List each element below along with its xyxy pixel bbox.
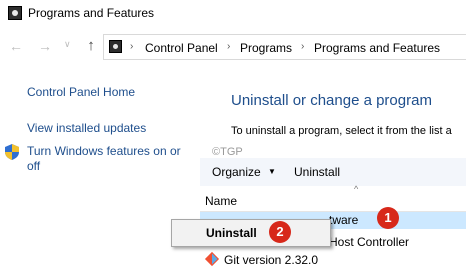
window-title: Programs and Features — [28, 6, 155, 20]
up-arrow-icon[interactable]: ↑ — [83, 38, 99, 54]
sort-caret-icon: ^ — [354, 184, 359, 194]
git-icon — [204, 251, 220, 267]
command-toolbar: Organize ▼ Uninstall — [200, 158, 466, 186]
page-title: Uninstall or change a program — [231, 92, 432, 109]
page-description: To uninstall a program, select it from t… — [231, 125, 452, 137]
list-item[interactable]: Git version 2.32.0 — [224, 253, 318, 267]
forward-arrow-icon[interactable]: → — [37, 38, 53, 54]
list-item[interactable]: tware — [329, 213, 358, 227]
programs-and-features-icon — [8, 6, 22, 20]
organize-button[interactable]: Organize — [212, 165, 261, 179]
breadcrumb-separator[interactable]: › — [130, 41, 133, 52]
back-arrow-icon[interactable]: ← — [8, 38, 24, 54]
uninstall-toolbar-button[interactable]: Uninstall — [294, 165, 340, 179]
column-header-name[interactable]: Name — [205, 194, 237, 208]
annotation-badge-1: 1 — [377, 207, 399, 229]
recent-locations-chevron-icon[interactable]: ∨ — [64, 39, 71, 50]
organize-dropdown-arrow-icon[interactable]: ▼ — [268, 167, 276, 176]
watermark: ©TGP — [212, 146, 243, 158]
context-menu: Uninstall — [171, 219, 331, 247]
control-panel-home-link[interactable]: Control Panel Home — [27, 85, 135, 100]
breadcrumb-separator[interactable]: › — [301, 41, 304, 52]
breadcrumb-programs-and-features[interactable]: Programs and Features — [314, 41, 440, 55]
annotation-badge-2: 2 — [269, 221, 291, 243]
turn-windows-features-link[interactable]: Turn Windows features on or off — [27, 144, 192, 174]
title-bar: Programs and Features — [0, 0, 466, 28]
control-panel-location-icon — [109, 40, 122, 53]
address-bar[interactable]: › Control Panel › Programs › Programs an… — [103, 34, 466, 60]
shield-icon — [5, 144, 19, 160]
breadcrumb-control-panel[interactable]: Control Panel — [145, 41, 218, 55]
context-menu-uninstall[interactable]: Uninstall — [206, 226, 257, 240]
view-installed-updates-link[interactable]: View installed updates — [27, 121, 146, 136]
list-item[interactable]: Host Controller — [329, 235, 409, 249]
breadcrumb-separator[interactable]: › — [227, 41, 230, 52]
navigation-bar: ← → ∨ ↑ › Control Panel › Programs › Pro… — [0, 34, 466, 60]
breadcrumb-programs[interactable]: Programs — [240, 41, 292, 55]
